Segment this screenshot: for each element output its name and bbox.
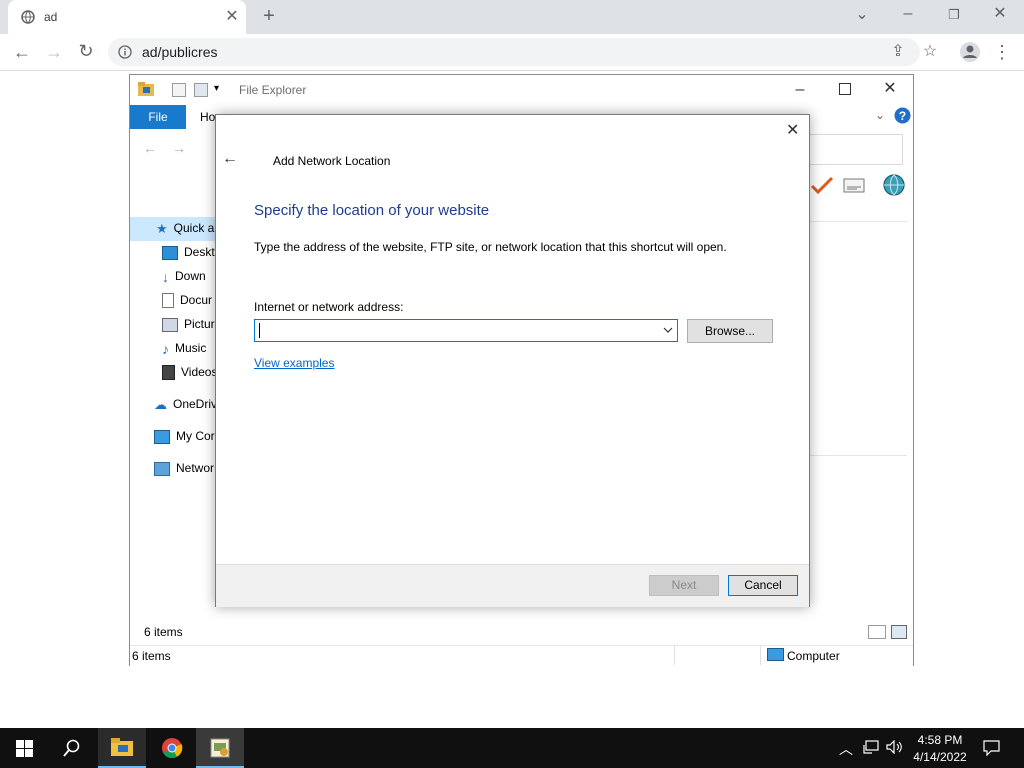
tab-close-icon[interactable]: ✕: [222, 7, 242, 27]
nav-label: Pictur: [184, 317, 215, 331]
tab-search-icon[interactable]: ⌄: [852, 5, 872, 25]
pictures-icon: [162, 317, 178, 332]
nav-label: Music: [175, 341, 207, 355]
taskbar-app[interactable]: [196, 728, 244, 768]
windows-start-icon[interactable]: [16, 740, 33, 757]
nav-label: Networ: [176, 461, 215, 475]
large-icons-view-icon[interactable]: [891, 625, 907, 639]
folder-icon: [111, 738, 133, 756]
dialog-footer: [216, 564, 809, 607]
tab-home[interactable]: Ho: [200, 110, 215, 124]
status-item-count: 6 items: [132, 649, 171, 663]
explorer-back-icon[interactable]: ←: [143, 140, 157, 156]
clock-time[interactable]: 4:58 PM: [915, 733, 965, 747]
nav-label: Videos: [181, 365, 218, 379]
search-icon[interactable]: [63, 739, 81, 757]
properties-icon[interactable]: [172, 83, 186, 97]
dialog-description: Type the address of the website, FTP sit…: [254, 240, 727, 254]
globe-icon: [21, 10, 35, 24]
volume-icon[interactable]: [886, 740, 904, 754]
bookmark-star-icon[interactable]: ☆: [920, 42, 940, 62]
chevron-down-icon[interactable]: [663, 326, 673, 334]
ribbon-collapse-icon[interactable]: ⌄: [875, 108, 885, 122]
explorer-maximize-icon[interactable]: [839, 83, 851, 95]
nav-item-my-computer[interactable]: My Cor: [154, 425, 224, 447]
tab-title: ad: [44, 10, 58, 24]
address-text: ad/publicres: [142, 44, 218, 60]
restore-icon[interactable]: ❐: [944, 5, 964, 25]
reload-icon[interactable]: ↻: [76, 41, 96, 61]
network-icon: [154, 461, 170, 476]
dialog-back-icon[interactable]: ←: [222, 150, 238, 168]
nav-item-network[interactable]: Networ: [154, 457, 224, 479]
cloud-icon: ☁: [154, 396, 167, 412]
view-examples-link[interactable]: View examples: [254, 356, 334, 370]
text-cursor: [259, 323, 260, 338]
explorer-close-icon[interactable]: ✕: [880, 79, 900, 99]
dialog-title: Add Network Location: [273, 154, 391, 168]
clock-date[interactable]: 4/14/2022: [911, 750, 969, 764]
download-icon: ↓: [162, 268, 169, 285]
desktop-icon: [162, 245, 178, 260]
star-icon: ★: [156, 220, 168, 236]
explorer-minimize-icon[interactable]: –: [790, 80, 810, 100]
menu-icon[interactable]: ⋮: [992, 42, 1012, 62]
checkmark-icon[interactable]: [810, 176, 834, 196]
dialog-heading: Specify the location of your website: [254, 202, 490, 219]
tray-chevron-up-icon[interactable]: ︿: [839, 739, 853, 759]
chrome-icon: [162, 738, 183, 759]
quick-access-dropdown-icon[interactable]: ▾: [214, 83, 219, 94]
content-divider: [810, 455, 907, 456]
network-tray-icon[interactable]: [863, 740, 879, 754]
nav-label: Quick a: [173, 221, 215, 235]
nav-label: OneDriv: [173, 397, 218, 411]
new-folder-icon[interactable]: [194, 83, 208, 97]
nav-item-onedrive[interactable]: ☁ OneDriv: [154, 393, 224, 415]
music-icon: ♪: [162, 340, 169, 357]
minimize-icon[interactable]: –: [898, 4, 918, 24]
svg-text:?: ?: [899, 109, 906, 123]
nav-label: Down: [175, 269, 206, 283]
document-icon: [162, 293, 174, 309]
status-location: Computer: [787, 649, 840, 663]
email-icon[interactable]: [843, 178, 865, 193]
details-view-icon[interactable]: [868, 625, 886, 639]
app-icon: [210, 738, 230, 758]
status-divider: [674, 646, 675, 665]
taskbar-file-explorer[interactable]: [98, 728, 146, 768]
tab-file[interactable]: File: [130, 105, 186, 129]
notifications-icon[interactable]: [983, 740, 1000, 756]
taskbar-chrome[interactable]: [148, 728, 196, 768]
next-button[interactable]: Next: [649, 575, 719, 596]
forward-icon[interactable]: →: [44, 42, 64, 62]
videos-icon: [162, 365, 175, 381]
address-combobox[interactable]: [254, 319, 678, 342]
computer-icon: [154, 429, 170, 444]
status-divider: [760, 646, 761, 665]
item-count: 6 items: [144, 625, 183, 639]
dialog-close-icon[interactable]: ✕: [786, 120, 799, 140]
explorer-forward-icon[interactable]: →: [172, 140, 186, 156]
close-window-icon[interactable]: ✕: [990, 4, 1010, 24]
address-label: Internet or network address:: [254, 300, 404, 314]
content-divider: [810, 221, 907, 222]
nav-label: My Cor: [176, 429, 215, 443]
help-icon[interactable]: ?: [894, 107, 911, 124]
explorer-search-box[interactable]: [808, 134, 903, 165]
profile-icon[interactable]: [959, 41, 981, 63]
computer-icon: [767, 648, 784, 661]
network-globe-icon[interactable]: [881, 173, 907, 197]
address-bar[interactable]: [108, 38, 920, 66]
share-icon[interactable]: ⇪: [888, 42, 908, 62]
new-tab-icon[interactable]: +: [259, 6, 279, 26]
browser-tab[interactable]: ad ✕: [8, 0, 246, 34]
folder-icon: [138, 82, 154, 96]
info-icon[interactable]: [118, 45, 132, 59]
explorer-title: File Explorer: [239, 83, 307, 97]
cancel-button[interactable]: Cancel: [728, 575, 798, 596]
browse-button[interactable]: Browse...: [687, 319, 773, 343]
back-icon[interactable]: ←: [12, 42, 32, 62]
nav-label: Docur: [180, 293, 213, 307]
